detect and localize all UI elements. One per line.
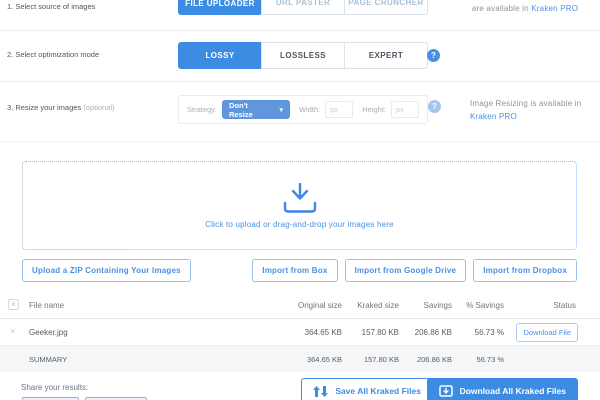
header-savings: Savings	[424, 301, 452, 310]
pro-note-text: are available in	[472, 4, 529, 13]
optional-suffix: (optional)	[83, 103, 114, 112]
summary-row: SUMMARY 364.65 KB 157.80 KB 206.86 KB 56…	[0, 346, 600, 372]
width-input[interactable]	[325, 101, 353, 118]
separator	[0, 30, 600, 31]
tab-file-uploader[interactable]: FILE UPLOADER	[178, 0, 262, 15]
strategy-value: Don't Resize	[229, 101, 273, 119]
strategy-label: Strategy:	[187, 105, 217, 114]
download-all-kraked-files-button[interactable]: Download All Kraked Files	[427, 378, 578, 400]
file-name-cell: Geeker.jpg	[29, 328, 68, 337]
kraked-size-cell: 157.80 KB	[362, 328, 399, 337]
optimization-mode-buttons: LOSSY LOSSLESS EXPERT	[178, 42, 428, 69]
mode-lossless[interactable]: LOSSLESS	[261, 42, 345, 69]
kraken-optimizer-app: 1. Select source of images FILE UPLOADER…	[0, 0, 600, 400]
strategy-dropdown[interactable]: Don't Resize ▾	[222, 100, 290, 119]
resize-pro-note: Image Resizing is available in Kraken PR…	[470, 97, 595, 123]
save-all-label: Save All Kraked Files	[335, 386, 421, 396]
summary-original: 364.65 KB	[307, 355, 342, 364]
tab-page-cruncher[interactable]: PAGE CRUNCHER	[344, 0, 428, 15]
mode-expert[interactable]: EXPERT	[344, 42, 428, 69]
pct-savings-cell: 56.73 %	[475, 328, 504, 337]
download-file-button[interactable]: Download File	[516, 323, 578, 342]
savings-cell: 206.86 KB	[415, 328, 452, 337]
summary-label: SUMMARY	[29, 355, 67, 364]
import-google-drive-button[interactable]: Import from Google Drive	[345, 259, 467, 282]
resize-panel: Strategy: Don't Resize ▾ Width: Height:	[178, 95, 428, 124]
table-row: × Geeker.jpg 364.65 KB 157.80 KB 206.86 …	[0, 319, 600, 346]
upload-arrow-icon	[283, 183, 317, 213]
pro-note-top: are available in Kraken PRO	[455, 4, 595, 13]
chevron-down-icon: ▾	[279, 106, 283, 114]
results-table-header: × File name Original size Kraked size Sa…	[0, 292, 600, 319]
mode-lossy[interactable]: LOSSY	[178, 42, 262, 69]
header-kraked-size: Kraked size	[357, 301, 399, 310]
resize-help-icon[interactable]: ?	[428, 100, 441, 113]
summary-pct: 56.73 %	[476, 355, 504, 364]
step1-label: 1. Select source of images	[7, 2, 95, 11]
dropzone-text: Click to upload or drag-and-drop your im…	[205, 220, 394, 229]
import-buttons: Import from Box Import from Google Drive…	[252, 259, 577, 282]
share-results-label: Share your results:	[21, 383, 88, 392]
download-box-icon	[439, 385, 453, 397]
step2-label: 2. Select optimization mode	[7, 50, 99, 59]
save-all-kraked-files-button[interactable]: Save All Kraked Files	[301, 378, 433, 400]
kraken-pro-link[interactable]: Kraken PRO	[531, 4, 578, 13]
separator	[0, 81, 600, 82]
height-label: Height:	[362, 105, 386, 114]
height-input[interactable]	[391, 101, 419, 118]
optimization-help-icon[interactable]: ?	[427, 49, 440, 62]
resize-note-text: Image Resizing is available in	[470, 99, 581, 108]
transfer-arrows-icon	[313, 386, 328, 397]
kraken-pro-link-2[interactable]: Kraken PRO	[470, 112, 517, 121]
step3-label: 3. Resize your images (optional)	[7, 103, 115, 112]
header-original-size: Original size	[298, 301, 342, 310]
header-file-name: File name	[29, 301, 64, 310]
import-dropbox-button[interactable]: Import from Dropbox	[473, 259, 577, 282]
download-all-label: Download All Kraked Files	[460, 386, 566, 396]
width-label: Width:	[299, 105, 320, 114]
source-tabs: FILE UPLOADER URL PASTER PAGE CRUNCHER	[178, 0, 428, 15]
header-pct-savings: % Savings	[466, 301, 504, 310]
import-box-button[interactable]: Import from Box	[252, 259, 337, 282]
original-size-cell: 364.65 KB	[305, 328, 342, 337]
clear-all-icon[interactable]: ×	[8, 299, 19, 310]
summary-kraked: 157.80 KB	[364, 355, 399, 364]
upload-zip-button[interactable]: Upload a ZIP Containing Your Images	[22, 259, 191, 282]
summary-savings: 206.86 KB	[417, 355, 452, 364]
upload-dropzone[interactable]: Click to upload or drag-and-drop your im…	[22, 161, 577, 250]
header-status: Status	[553, 301, 576, 310]
tab-url-paster[interactable]: URL PASTER	[261, 0, 345, 15]
separator	[0, 141, 600, 142]
remove-file-icon[interactable]: ×	[10, 327, 15, 336]
